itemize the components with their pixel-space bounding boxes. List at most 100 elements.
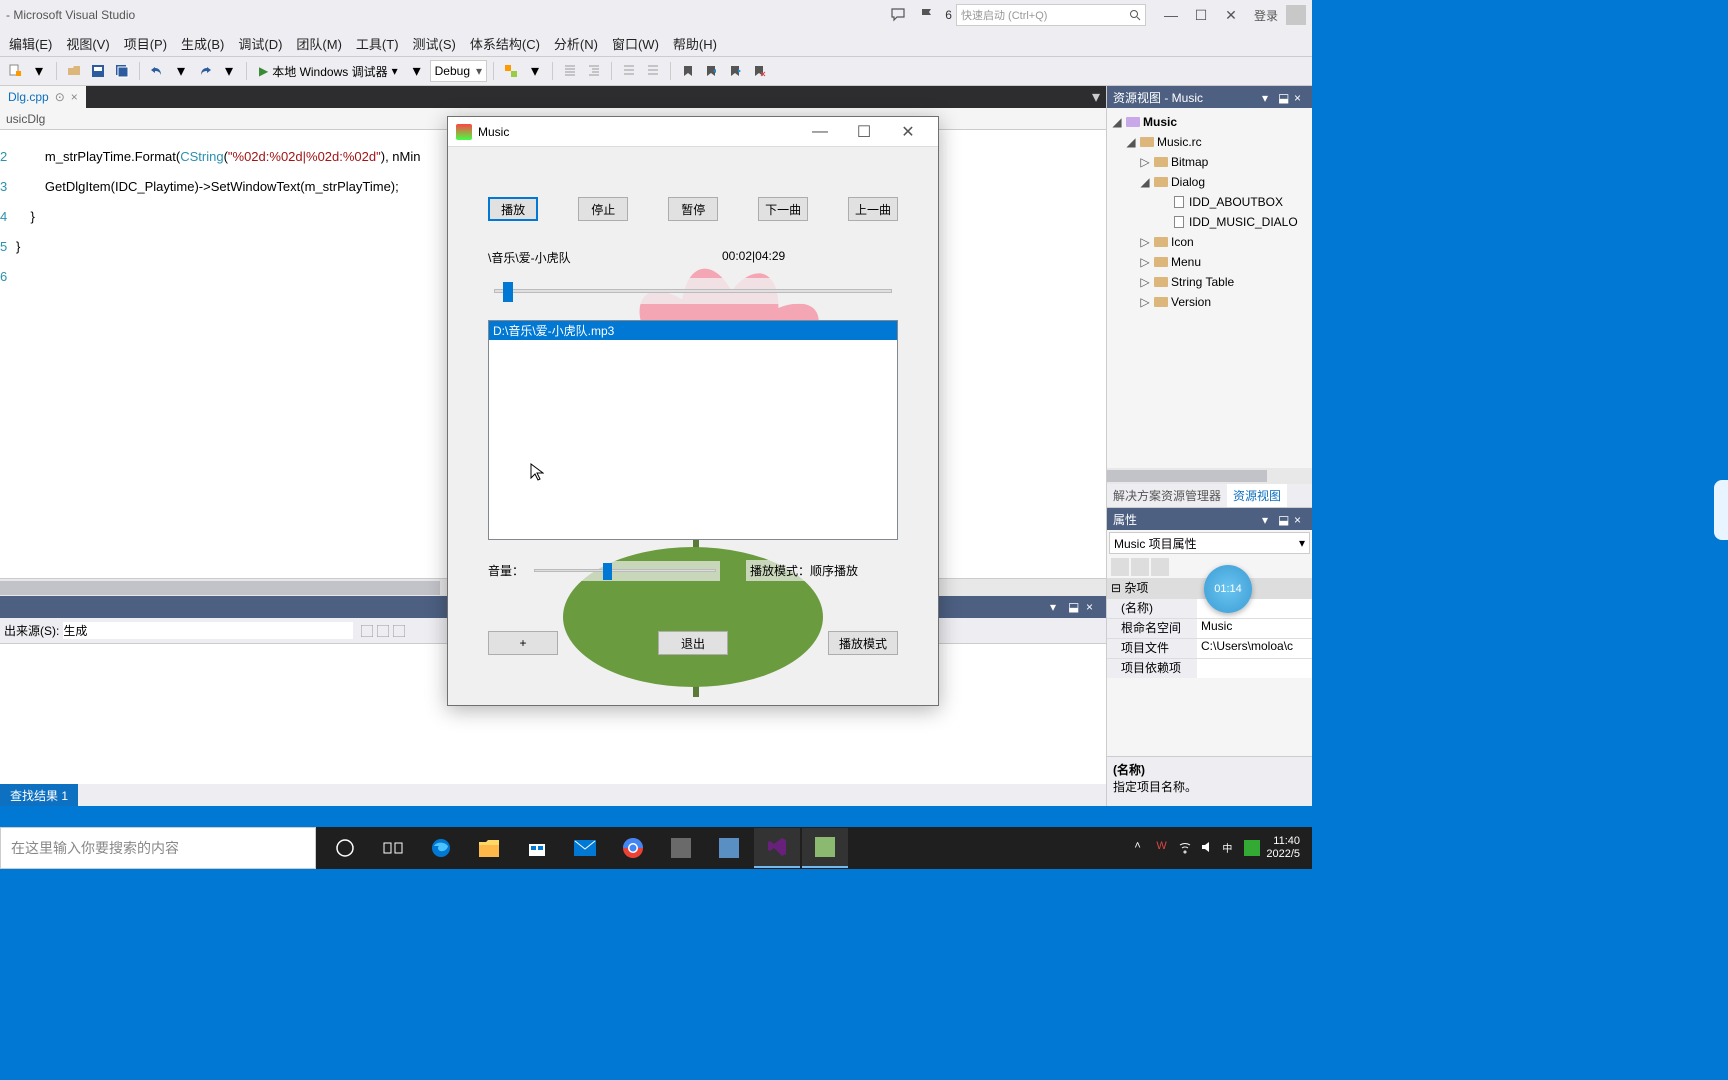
uncomment-icon[interactable] xyxy=(642,60,664,82)
save-all-icon[interactable] xyxy=(111,60,133,82)
dropdown-icon[interactable]: ▾ xyxy=(524,60,546,82)
tray-volume-icon[interactable] xyxy=(1200,840,1216,856)
dropdown-icon[interactable]: ▾ xyxy=(28,60,50,82)
props-page-icon[interactable] xyxy=(1151,558,1169,576)
comment-icon[interactable] xyxy=(618,60,640,82)
cortana-icon[interactable] xyxy=(322,828,368,868)
minimize-button[interactable]: — xyxy=(1156,5,1186,25)
menu-window[interactable]: 窗口(W) xyxy=(605,34,666,53)
prop-row[interactable]: 根命名空间Music xyxy=(1107,618,1312,638)
taskbar-search[interactable]: 在这里输入你要搜索的内容 xyxy=(0,827,316,869)
menu-edit[interactable]: 编辑(E) xyxy=(2,34,59,53)
panel-dropdown-icon[interactable]: ▾ xyxy=(1262,91,1274,103)
tray-icon[interactable] xyxy=(1244,840,1260,856)
music-maximize-button[interactable]: ☐ xyxy=(842,118,886,146)
tab-find-results[interactable]: 查找结果 1 xyxy=(0,784,78,806)
user-avatar[interactable] xyxy=(1286,5,1306,25)
next-button[interactable]: 下一曲 xyxy=(758,197,808,221)
dropdown-icon[interactable]: ▾ xyxy=(170,60,192,82)
undo-icon[interactable] xyxy=(146,60,168,82)
tree-node-bitmap[interactable]: ▷Bitmap xyxy=(1107,152,1312,172)
dropdown-icon[interactable]: ▾ xyxy=(218,60,240,82)
alphabetize-icon[interactable] xyxy=(1131,558,1149,576)
music-titlebar[interactable]: Music — ☐ ✕ xyxy=(448,117,938,147)
quick-launch-input[interactable]: 快速启动 (Ctrl+Q) xyxy=(956,4,1146,26)
bookmark-icon[interactable] xyxy=(677,60,699,82)
dropdown-icon[interactable]: ▾ xyxy=(406,60,428,82)
panel-dropdown-icon[interactable]: ▾ xyxy=(1050,600,1064,614)
open-file-icon[interactable] xyxy=(63,60,85,82)
bookmark-next-icon[interactable] xyxy=(725,60,747,82)
bookmark-clear-icon[interactable] xyxy=(749,60,771,82)
tree-node-musicdialog[interactable]: IDD_MUSIC_DIALO xyxy=(1107,212,1312,232)
app-icon[interactable] xyxy=(706,828,752,868)
panel-dropdown-icon[interactable]: ▾ xyxy=(1262,513,1274,525)
indent-icon[interactable] xyxy=(559,60,581,82)
menu-view[interactable]: 视图(V) xyxy=(59,34,116,53)
props-object-combo[interactable]: Music 项目属性 xyxy=(1109,532,1310,554)
tree-node-music[interactable]: ◢Music xyxy=(1107,112,1312,132)
tree-node-dialog[interactable]: ◢Dialog xyxy=(1107,172,1312,192)
panel-close-icon[interactable]: × xyxy=(1086,600,1100,614)
tree-node-menu[interactable]: ▷Menu xyxy=(1107,252,1312,272)
menu-project[interactable]: 项目(P) xyxy=(117,34,174,53)
menu-help[interactable]: 帮助(H) xyxy=(666,34,724,53)
exit-button[interactable]: 退出 xyxy=(658,631,728,655)
menu-build[interactable]: 生成(B) xyxy=(174,34,231,53)
new-file-icon[interactable] xyxy=(4,60,26,82)
panel-pin-icon[interactable]: ⬓ xyxy=(1068,600,1082,614)
tray-chevron-icon[interactable]: ˄ xyxy=(1134,840,1150,856)
menu-tools[interactable]: 工具(T) xyxy=(349,34,406,53)
tree-node-version[interactable]: ▷Version xyxy=(1107,292,1312,312)
mail-icon[interactable] xyxy=(562,828,608,868)
music-app-icon[interactable] xyxy=(802,828,848,868)
panel-close-icon[interactable]: × xyxy=(1294,513,1306,525)
system-tray[interactable]: ˄ W 中 11:40 2022/5 xyxy=(1128,835,1306,861)
tray-wps-icon[interactable]: W xyxy=(1156,840,1172,856)
outdent-icon[interactable] xyxy=(583,60,605,82)
tree-node-musicrc[interactable]: ◢Music.rc xyxy=(1107,132,1312,152)
redo-icon[interactable] xyxy=(194,60,216,82)
categorize-icon[interactable] xyxy=(1111,558,1129,576)
taskbar-clock[interactable]: 11:40 2022/5 xyxy=(1266,835,1300,861)
tree-node-stringtable[interactable]: ▷String Table xyxy=(1107,272,1312,292)
tray-wifi-icon[interactable] xyxy=(1178,840,1194,856)
side-widget[interactable] xyxy=(1714,480,1728,540)
play-button[interactable]: 播放 xyxy=(488,197,538,221)
playlist-item[interactable]: D:\音乐\爱-小虎队.mp3 xyxy=(489,321,897,340)
prev-button[interactable]: 上一曲 xyxy=(848,197,898,221)
stop-button[interactable]: 停止 xyxy=(578,197,628,221)
menu-team[interactable]: 团队(M) xyxy=(289,34,349,53)
close-tab-icon[interactable]: × xyxy=(71,90,78,104)
feedback-icon[interactable] xyxy=(889,5,909,25)
tray-ime-icon[interactable]: 中 xyxy=(1222,840,1238,856)
tree-hscroll[interactable] xyxy=(1107,468,1312,484)
config-combo[interactable]: Debug xyxy=(430,60,487,82)
volume-slider[interactable] xyxy=(530,561,720,581)
tree-node-aboutbox[interactable]: IDD_ABOUTBOX xyxy=(1107,192,1312,212)
tab-resource-view[interactable]: 资源视图 xyxy=(1227,484,1287,507)
panel-pin-icon[interactable]: ⬓ xyxy=(1278,513,1290,525)
clock-widget[interactable]: 01:14 xyxy=(1204,565,1252,613)
close-button[interactable]: ✕ xyxy=(1216,5,1246,25)
output-btn[interactable] xyxy=(393,625,405,637)
file-explorer-icon[interactable] xyxy=(466,828,512,868)
output-btn[interactable] xyxy=(361,625,373,637)
chrome-icon[interactable] xyxy=(610,828,656,868)
notifications-flag-icon[interactable] xyxy=(917,5,937,25)
bookmark-prev-icon[interactable] xyxy=(701,60,723,82)
music-minimize-button[interactable]: — xyxy=(798,118,842,146)
visual-studio-icon[interactable] xyxy=(754,828,800,868)
output-btn[interactable] xyxy=(377,625,389,637)
task-view-icon[interactable] xyxy=(370,828,416,868)
menu-analyze[interactable]: 分析(N) xyxy=(547,34,605,53)
menu-debug[interactable]: 调试(D) xyxy=(231,34,289,53)
resource-tree[interactable]: ◢Music ◢Music.rc ▷Bitmap ◢Dialog IDD_ABO… xyxy=(1107,108,1312,468)
music-close-button[interactable]: ✕ xyxy=(886,118,930,146)
prop-row[interactable]: 项目依赖项 xyxy=(1107,658,1312,678)
start-debug-button[interactable]: ▶ 本地 Windows 调试器 ▾ xyxy=(253,60,404,82)
panel-pin-icon[interactable]: ⬓ xyxy=(1278,91,1290,103)
login-link[interactable]: 登录 xyxy=(1254,7,1278,24)
menu-test[interactable]: 测试(S) xyxy=(406,34,463,53)
play-mode-button[interactable]: 播放模式 xyxy=(828,631,898,655)
